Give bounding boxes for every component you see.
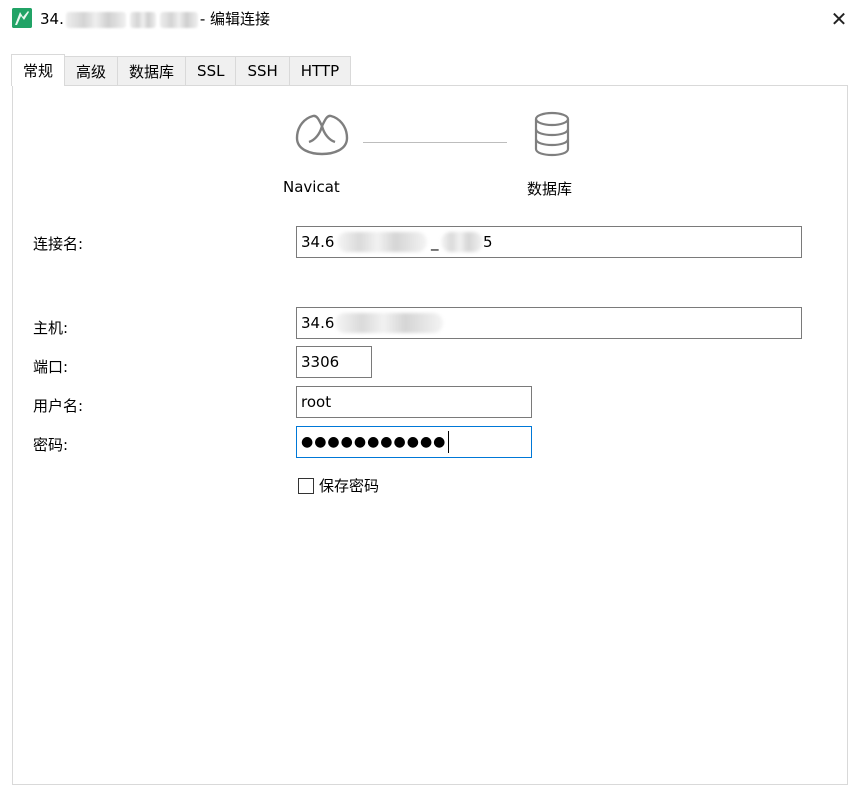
username-input[interactable]: root — [296, 386, 532, 418]
connector-line — [363, 142, 507, 143]
username-label: 用户名: — [33, 397, 84, 415]
password-label: 密码: — [33, 436, 69, 454]
save-password-label: 保存密码 — [319, 477, 380, 495]
port-label: 端口: — [33, 358, 69, 376]
host-input[interactable]: 34.6 — [296, 307, 802, 339]
tab-ssh-label: SSH — [247, 62, 278, 80]
general-panel: Navicat 数据库 连接名: 34.6 _ 5 主机: 34.6 端口: 3… — [12, 85, 848, 785]
window-title: 34. - 编辑连接 — [40, 8, 270, 29]
tab-bar: 常规 高级 数据库 SSL SSH HTTP — [11, 54, 352, 86]
password-value: ●●●●●●●●●●● — [301, 434, 447, 450]
tab-database-label: 数据库 — [129, 62, 175, 81]
host-prefix: 34.6 — [301, 314, 335, 332]
database-label: 数据库 — [527, 180, 573, 198]
navicat-label: Navicat — [283, 178, 340, 196]
port-value: 3306 — [301, 353, 340, 371]
database-icon — [532, 110, 572, 162]
navicat-logo-icon — [291, 110, 353, 162]
title-redacted-3 — [159, 11, 198, 28]
connection-name-mid: _ — [431, 233, 439, 251]
save-password-checkbox[interactable]: 保存密码 — [298, 475, 379, 496]
tab-http[interactable]: HTTP — [288, 56, 352, 85]
title-redacted-1 — [65, 11, 126, 28]
tab-ssh[interactable]: SSH — [235, 56, 290, 85]
host-redacted — [335, 313, 443, 333]
connection-name-input[interactable]: 34.6 _ 5 — [296, 226, 802, 258]
tab-general-label: 常规 — [23, 62, 54, 80]
title-redacted-2 — [129, 11, 156, 28]
title-suffix: - 编辑连接 — [199, 10, 271, 28]
password-input[interactable]: ●●●●●●●●●●● — [296, 426, 532, 458]
navicat-app-icon — [12, 8, 32, 28]
tab-database[interactable]: 数据库 — [117, 56, 187, 85]
tab-general[interactable]: 常规 — [11, 54, 66, 86]
host-label: 主机: — [33, 319, 69, 337]
text-caret — [448, 431, 450, 453]
connection-name-prefix: 34.6 — [301, 233, 335, 251]
connection-name-suffix: 5 — [483, 233, 493, 251]
connection-name-label: 连接名: — [33, 235, 84, 253]
username-value: root — [301, 393, 332, 411]
tab-ssl[interactable]: SSL — [185, 56, 237, 85]
tab-advanced[interactable]: 高级 — [64, 56, 119, 85]
port-input[interactable]: 3306 — [296, 346, 372, 378]
title-bar: 34. - 编辑连接 ✕ — [0, 0, 862, 38]
close-icon: ✕ — [830, 7, 848, 31]
checkbox-icon[interactable] — [298, 477, 314, 494]
title-prefix: 34. — [40, 10, 64, 28]
connection-name-redacted-1 — [337, 232, 427, 252]
close-button[interactable]: ✕ — [826, 6, 852, 32]
tab-http-label: HTTP — [300, 62, 340, 80]
tab-advanced-label: 高级 — [76, 62, 107, 81]
connection-name-redacted-2 — [441, 232, 483, 252]
tab-ssl-label: SSL — [197, 62, 225, 80]
